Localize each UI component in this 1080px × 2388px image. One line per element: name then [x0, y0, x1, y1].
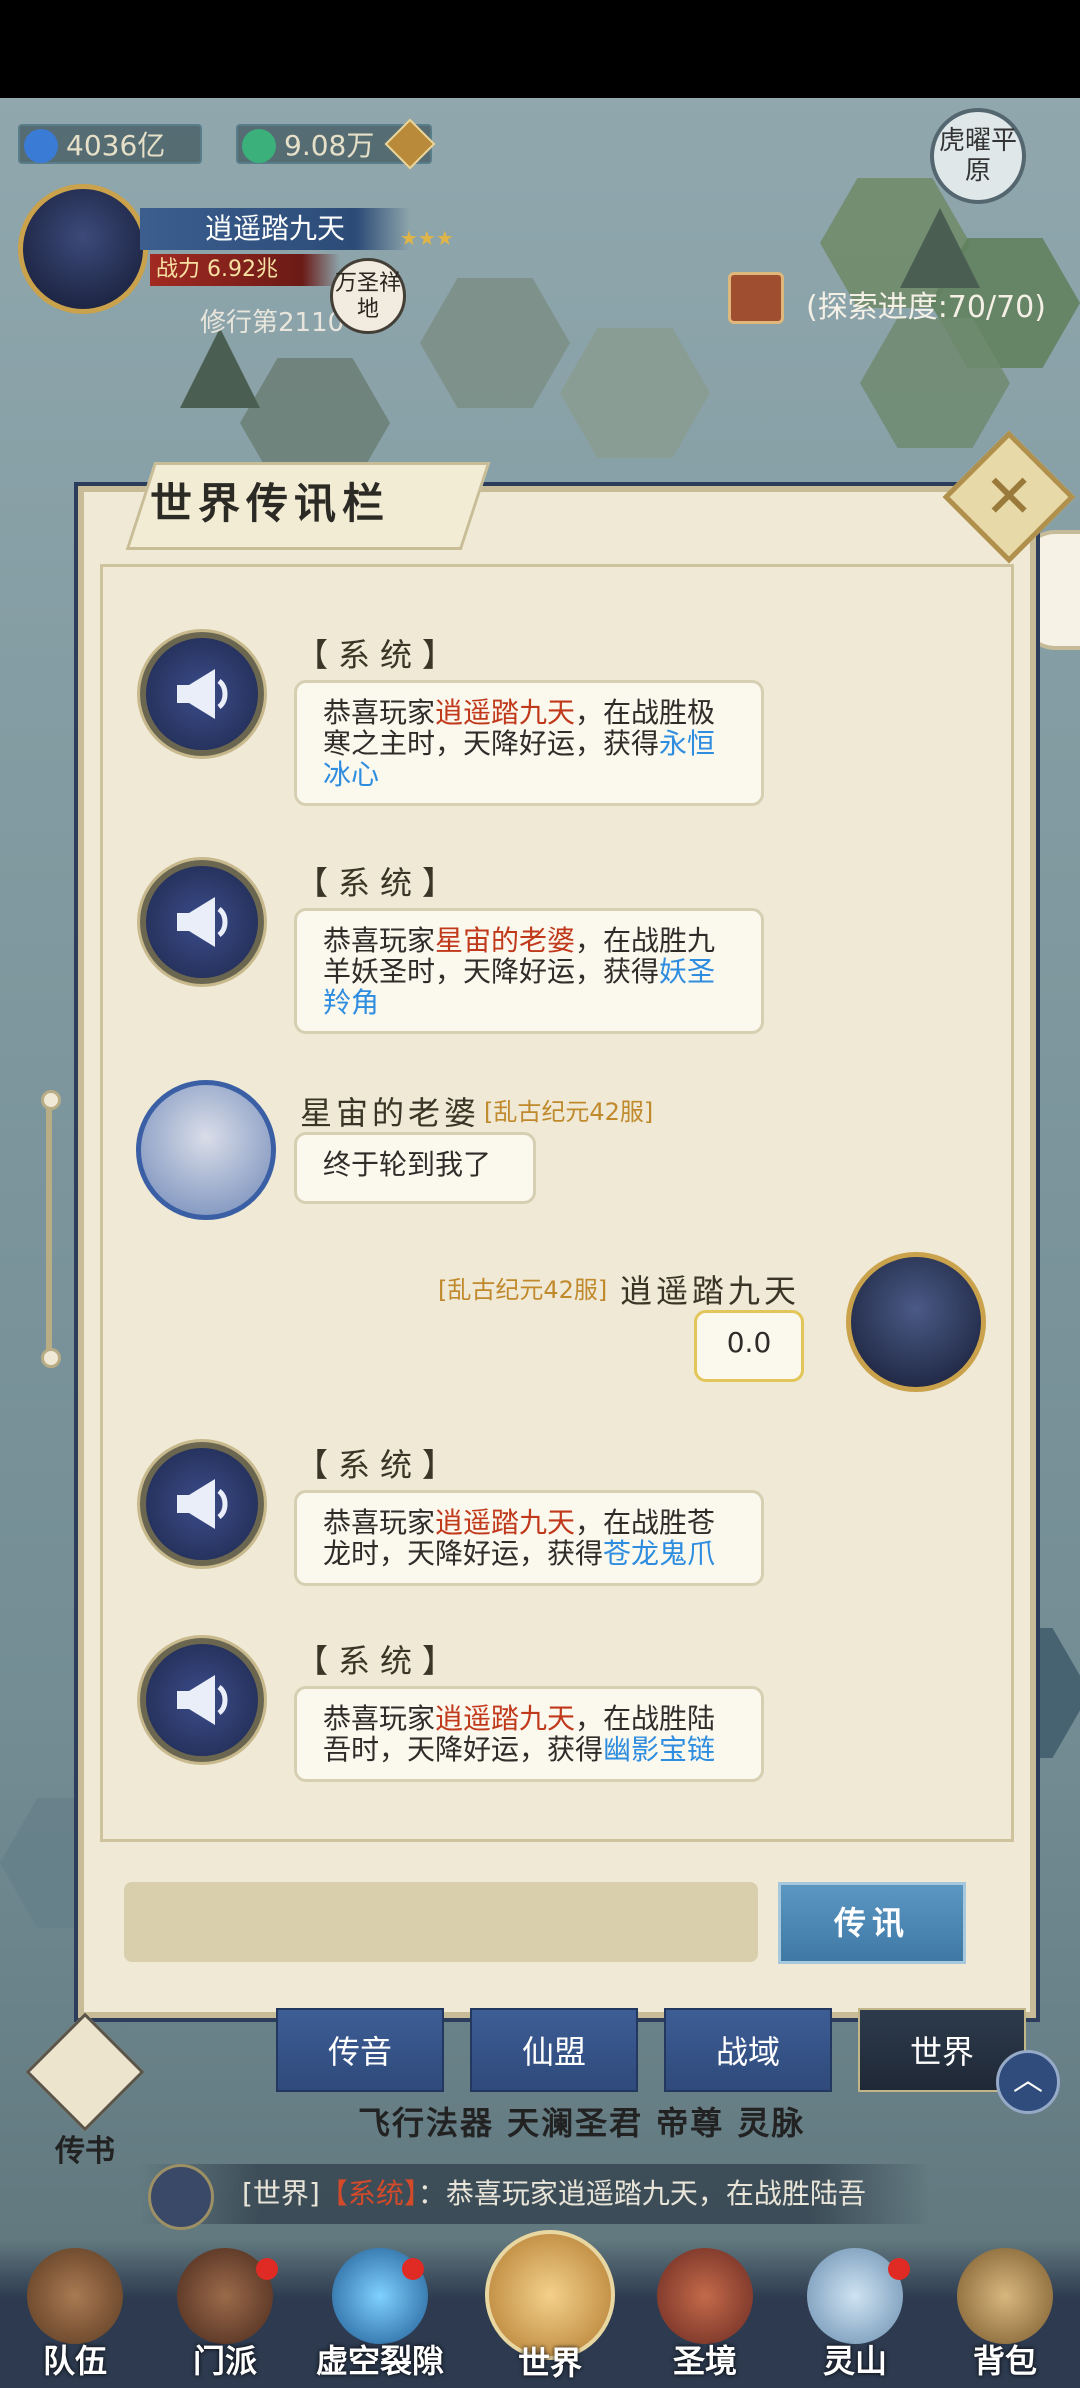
system-speaker-icon — [140, 1442, 264, 1566]
msg-text: 恭喜玩家 — [323, 924, 436, 957]
system-sender: 【系统】 — [296, 1642, 465, 1680]
system-message: 恭喜玩家逍遥踏九天，在战胜苍龙时，天降好运，获得苍龙鬼爪 — [294, 1490, 764, 1586]
system-sender: 【系统】 — [296, 1446, 465, 1484]
tab-zhanyu[interactable]: 战域 — [664, 2008, 832, 2092]
chuanshu-label: 传书 — [55, 2134, 115, 2169]
nav-bag[interactable]: 背包 — [930, 2240, 1080, 2388]
player-link[interactable]: 逍遥踏九天 — [435, 1702, 575, 1735]
chat-scrollbar[interactable] — [46, 1096, 52, 1358]
jade-icon — [242, 129, 276, 163]
tab-xianmeng[interactable]: 仙盟 — [470, 2008, 638, 2092]
system-speaker-icon — [140, 1638, 264, 1762]
realm-icon — [657, 2248, 753, 2344]
nav-label: 世界 — [517, 2344, 582, 2382]
map-hex — [420, 278, 570, 408]
nav-label: 灵山 — [822, 2342, 887, 2380]
scroll-top-knob — [41, 1090, 61, 1110]
msg-text: 恭喜玩家 — [323, 696, 436, 729]
map-hex — [560, 328, 710, 458]
function-row[interactable]: 飞行法器 天澜圣君 帝尊 灵脉 — [358, 2098, 928, 2154]
nav-world[interactable]: 世界 — [470, 2230, 630, 2388]
self-avatar[interactable] — [846, 1252, 986, 1392]
chuanshu-button[interactable]: 传书 — [25, 2012, 145, 2169]
player-link[interactable]: 逍遥踏九天 — [435, 696, 575, 729]
explore-progress: (探索进度:70/70) — [806, 290, 1046, 325]
bag-icon — [957, 2248, 1053, 2344]
chat-sender-name[interactable]: 星宙的老婆 — [300, 1088, 480, 1134]
nav-label: 虚空裂隙 — [315, 2342, 444, 2380]
team-icon — [27, 2248, 123, 2344]
nav-label: 队伍 — [42, 2342, 107, 2380]
scroll-bottom-knob — [41, 1348, 61, 1368]
star-rating-icon: ★★★ — [400, 226, 454, 250]
spirit-stone-value: 4036亿 — [66, 129, 166, 162]
system-speaker-icon — [140, 860, 264, 984]
nav-team[interactable]: 队伍 — [0, 2240, 150, 2388]
ticker-sender: 【系统】 — [319, 2177, 418, 2210]
notification-dot — [402, 2258, 424, 2280]
chat-bubble-icon[interactable] — [148, 2164, 214, 2230]
tab-chuanyin[interactable]: 传音 — [276, 2008, 444, 2092]
system-speaker-icon — [140, 632, 264, 756]
nav-label: 圣境 — [672, 2342, 737, 2380]
spirit-stone-counter[interactable]: 4036亿 — [18, 124, 202, 164]
crystal-icon — [24, 129, 58, 163]
server-tag: [乱古纪元42服] — [484, 1098, 654, 1126]
chat-message: 终于轮到我了 — [294, 1132, 536, 1204]
world-ticker[interactable]: [世界]【系统】：恭喜玩家逍遥踏九天，在战胜陆吾 — [140, 2164, 930, 2224]
chat-message-self: 0.0 — [694, 1310, 804, 1382]
nav-holy-realm[interactable]: 圣境 — [630, 2240, 780, 2388]
letter-icon — [25, 2012, 145, 2132]
player-power: 战力 6.92兆 — [150, 254, 340, 286]
chat-sender-name[interactable]: 逍遥踏九天 — [620, 1266, 800, 1312]
wansheng-badge[interactable]: 万圣祥地 — [330, 258, 406, 334]
system-message: 恭喜玩家逍遥踏九天，在战胜极寒之主时，天降好运，获得永恒冰心 — [294, 680, 764, 806]
item-link[interactable]: 幽影宝链 — [603, 1733, 715, 1766]
system-message: 恭喜玩家逍遥踏九天，在战胜陆吾时，天降好运，获得幽影宝链 — [294, 1686, 764, 1782]
player-link[interactable]: 逍遥踏九天 — [435, 1506, 575, 1539]
system-sender: 【系统】 — [296, 864, 465, 902]
dialog-title: 世界传讯栏 — [150, 479, 391, 528]
nav-void-rift[interactable]: 虚空裂隙 — [300, 2240, 460, 2388]
msg-text: 恭喜玩家 — [323, 1506, 436, 1539]
nav-label: 门派 — [192, 2342, 257, 2380]
close-icon: ✕ — [983, 462, 1035, 532]
chat-player-avatar[interactable] — [136, 1080, 276, 1220]
player-link[interactable]: 星宙的老婆 — [435, 924, 575, 957]
chat-input[interactable] — [124, 1882, 758, 1962]
status-bar — [0, 0, 1080, 98]
notification-dot — [256, 2258, 278, 2280]
msg-text: 恭喜玩家 — [323, 1702, 436, 1735]
player-avatar[interactable] — [18, 184, 148, 314]
mountain — [180, 328, 260, 408]
system-sender: 【系统】 — [296, 636, 465, 674]
nav-sect[interactable]: 门派 — [150, 2240, 300, 2388]
item-link[interactable]: 苍龙鬼爪 — [603, 1537, 715, 1570]
ticker-text: ：恭喜玩家逍遥踏九天，在战胜陆吾 — [417, 2177, 866, 2210]
player-name: 逍遥踏九天 — [140, 208, 410, 250]
server-tag: [乱古纪元42服] — [438, 1276, 608, 1304]
send-button[interactable]: 传讯 — [778, 1882, 966, 1964]
ticker-channel: [世界] — [242, 2177, 320, 2210]
notification-dot — [888, 2258, 910, 2280]
jade-value: 9.08万 — [284, 129, 375, 162]
treasure-chest-icon[interactable] — [728, 272, 784, 324]
nav-label: 背包 — [972, 2342, 1037, 2380]
mountain — [900, 208, 980, 288]
system-message: 恭喜玩家星宙的老婆，在战胜九羊妖圣时，天降好运，获得妖圣羚角 — [294, 908, 764, 1034]
chevron-up-icon[interactable]: ︿ — [996, 2050, 1060, 2114]
huyao-plain-badge[interactable]: 虎曜平原 — [930, 108, 1026, 204]
